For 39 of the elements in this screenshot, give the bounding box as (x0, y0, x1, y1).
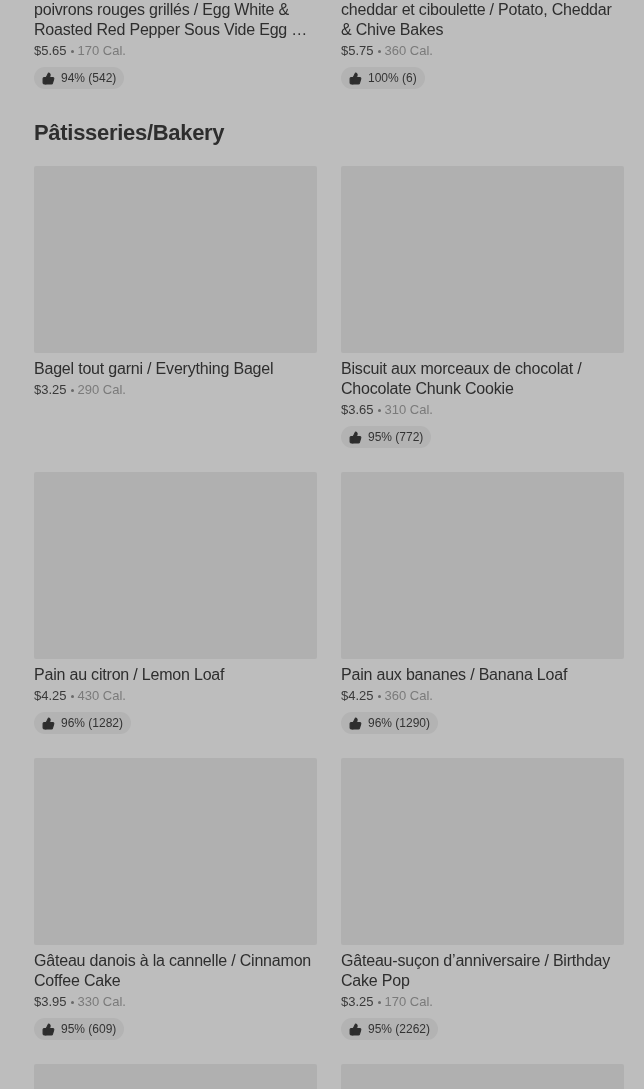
item-price: $5.65 (34, 43, 67, 59)
item-title: poivrons rouges grillés / Egg White & Roasted Red Pepper Sous Vide Egg … (34, 0, 309, 40)
rating-text: 100% (6) (368, 70, 417, 87)
rating-text: 94% (542) (61, 70, 117, 87)
thumbs-up-icon (349, 716, 362, 730)
item-title: Pain au citron / Lemon Loaf (34, 665, 226, 685)
item-price: $5.75 (341, 43, 374, 59)
item-title: Gâteau-suçon d’anniversaire / Birthday Cake Pop (341, 951, 611, 991)
item-calories: 330 Cal. (77, 994, 126, 1010)
rating-text: 96% (1290) (368, 715, 431, 732)
item-price: $4.25 (341, 688, 374, 704)
item-title: Biscuit aux morceaux de chocolat / Chocolate Chunk Cookie (341, 359, 583, 399)
thumbs-up-icon (349, 71, 362, 85)
rating-text: 95% (772) (368, 429, 424, 446)
item-calories: 360 Cal. (384, 688, 433, 704)
thumbs-up-icon (42, 716, 55, 730)
item-calories: 170 Cal. (384, 994, 433, 1010)
item-title: cheddar et ciboulette / Potato, Cheddar & Chive Bakes (341, 0, 613, 40)
item-calories: 290 Cal. (77, 382, 126, 398)
item-title: Pain aux bananes / Banana Loaf (341, 665, 569, 685)
rating-text: 96% (1282) (61, 715, 124, 732)
rating-text: 95% (2262) (368, 1021, 431, 1038)
item-price: $3.25 (341, 994, 374, 1010)
item-calories: 170 Cal. (77, 43, 126, 59)
item-title: Gâteau danois à la cannelle / Cinnamon Coffee Cake (34, 951, 313, 991)
thumbs-up-icon (349, 430, 362, 444)
item-title: Bagel tout garni / Everything Bagel (34, 359, 275, 379)
thumbs-up-icon (349, 1022, 362, 1036)
item-price: $3.65 (341, 402, 374, 418)
item-calories: 360 Cal. (384, 43, 433, 59)
thumbs-up-icon (42, 1022, 55, 1036)
item-price: $3.25 (34, 382, 67, 398)
item-calories: 430 Cal. (77, 688, 126, 704)
rating-text: 95% (609) (61, 1021, 117, 1038)
section-heading: Pâtisseries/Bakery (34, 119, 226, 147)
thumbs-up-icon (42, 71, 55, 85)
item-calories: 310 Cal. (384, 402, 433, 418)
item-price: $3.95 (34, 994, 67, 1010)
item-price: $4.25 (34, 688, 67, 704)
